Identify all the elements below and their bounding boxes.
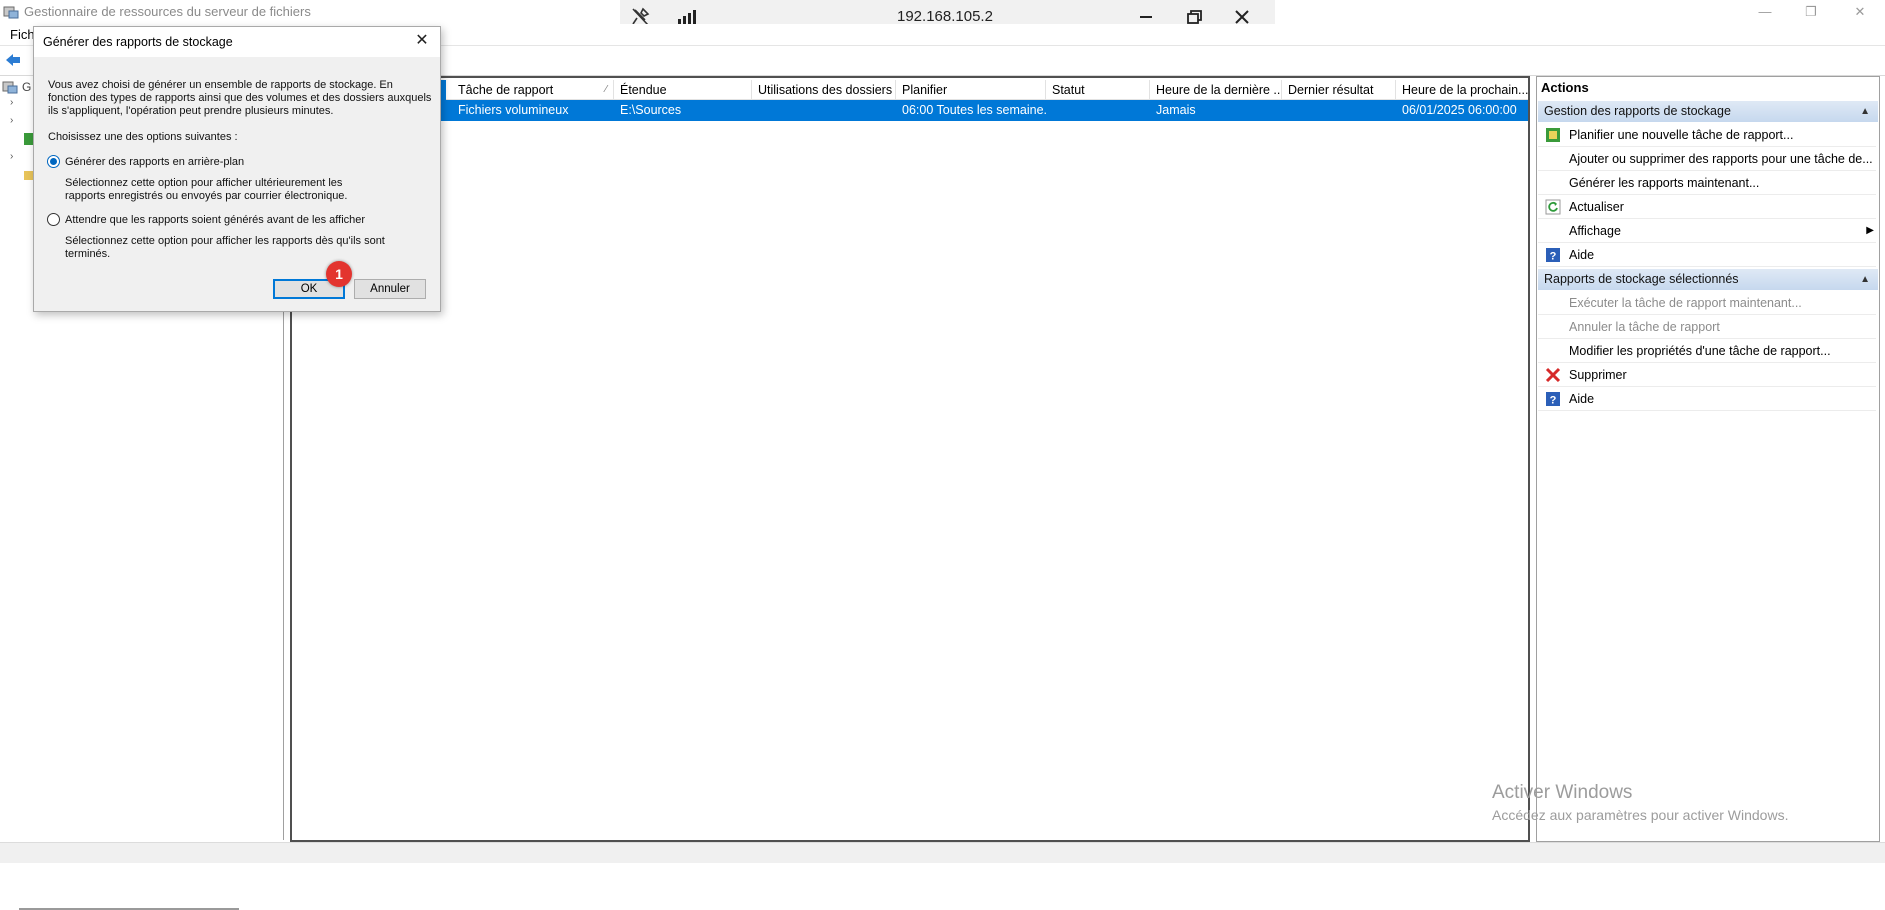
column-header-folder-usage[interactable]: Utilisations des dossiers [752, 80, 896, 100]
option-wait-label[interactable]: Attendre que les rapports soient générés… [65, 214, 425, 227]
step-number-badge: 1 [326, 261, 352, 287]
maximize-button[interactable]: ❐ [1789, 2, 1833, 22]
expand-arrow-icon[interactable]: › [10, 151, 13, 162]
minimize-button[interactable]: — [1743, 2, 1787, 22]
close-window-button[interactable]: ✕ [1838, 2, 1882, 22]
svg-text:?: ? [1550, 251, 1557, 263]
actions-title: Actions [1541, 80, 1589, 95]
file-server-icon [3, 6, 19, 19]
dialog-close-icon[interactable]: ✕ [412, 31, 432, 51]
column-header-task[interactable]: Tâche de rapport ⁄ [452, 80, 614, 100]
column-header-scope[interactable]: Étendue [614, 80, 752, 100]
cell-task: Fichiers volumineux [458, 103, 569, 117]
column-header-last-run[interactable]: Heure de la dernière ... [1150, 80, 1282, 100]
action-view[interactable]: Affichage ▶ [1538, 219, 1876, 243]
activation-watermark-text: Accédez aux paramètres pour activer Wind… [1492, 807, 1789, 823]
action-run-report-task-now[interactable]: Exécuter la tâche de rapport maintenant.… [1538, 291, 1876, 315]
action-refresh[interactable]: Actualiser [1538, 195, 1876, 219]
action-help[interactable]: ? Aide [1538, 243, 1876, 267]
back-arrow-icon[interactable] [4, 51, 22, 69]
cell-next-run: 06/01/2025 06:00:00 [1402, 103, 1517, 117]
option-wait-description: Sélectionnez cette option pour afficher … [65, 235, 385, 260]
cell-schedule: 06:00 Toutes les semaine... [902, 103, 1046, 117]
tree-root-label[interactable]: G [22, 80, 31, 94]
action-schedule-new-report-task[interactable]: Planifier une nouvelle tâche de rapport.… [1538, 123, 1876, 147]
remote-ip-address: 192.168.105.2 [897, 8, 993, 25]
cell-last-result [1282, 100, 1396, 121]
generate-reports-dialog: Générer des rapports de stockage ✕ Vous … [33, 26, 441, 312]
help-icon: ? [1546, 248, 1560, 263]
action-add-remove-reports[interactable]: Ajouter ou supprimer des rapports pour u… [1538, 147, 1876, 171]
dialog-title: Générer des rapports de stockage [43, 35, 233, 49]
action-help-selected[interactable]: ? Aide [1538, 387, 1876, 411]
help-icon: ? [1546, 392, 1560, 407]
table-row[interactable]: Fichiers volumineux E:\Sources 06:00 Tou… [292, 100, 1528, 121]
section-storage-reports-management[interactable]: Gestion des rapports de stockage ▲ [1538, 101, 1878, 122]
refresh-icon [1545, 199, 1561, 215]
action-cancel-report-task[interactable]: Annuler la tâche de rapport [1538, 315, 1876, 339]
option-wait-radio[interactable] [47, 213, 60, 226]
submenu-arrow-icon: ▶ [1866, 225, 1874, 236]
option-background-label[interactable]: Générer des rapports en arrière-plan [65, 156, 425, 169]
actions-pane: Actions Gestion des rapports de stockage… [1536, 76, 1880, 842]
list-header: Tâche de rapport ⁄ Étendue Utilisations d… [292, 80, 1528, 100]
column-header-status[interactable]: Statut [1046, 80, 1150, 100]
server-node-icon[interactable] [2, 79, 18, 95]
dialog-prompt: Choisissez une des options suivantes : [48, 131, 238, 143]
section-selected-storage-reports[interactable]: Rapports de stockage sélectionnés ▲ [1538, 269, 1878, 290]
collapse-arrow-icon[interactable]: ▲ [1860, 101, 1870, 122]
column-header-last-result[interactable]: Dernier résultat [1282, 80, 1396, 100]
delete-x-icon [1545, 367, 1561, 383]
cancel-button[interactable]: Annuler [354, 279, 426, 299]
dialog-titlebar: Générer des rapports de stockage ✕ [34, 27, 440, 57]
collapse-arrow-icon[interactable]: ▲ [1860, 269, 1870, 290]
dialog-intro-text: Vous avez choisi de générer un ensemble … [48, 79, 432, 117]
activation-watermark-title: Activer Windows [1492, 782, 1633, 803]
action-generate-reports-now[interactable]: Générer les rapports maintenant... [1538, 171, 1876, 195]
schedule-report-icon [1546, 128, 1560, 142]
action-edit-report-task-properties[interactable]: Modifier les propriétés d'une tâche de r… [1538, 339, 1876, 363]
svg-text:?: ? [1550, 395, 1557, 407]
expand-arrow-icon[interactable]: › [10, 97, 13, 108]
cell-scope: E:\Sources [620, 103, 682, 117]
column-header-next-run[interactable]: Heure de la prochain... [1396, 80, 1528, 100]
cell-folder-usage [752, 100, 896, 121]
cell-last-run: Jamais [1156, 103, 1196, 117]
column-header-schedule[interactable]: Planifier [896, 80, 1046, 100]
option-background-radio[interactable] [47, 155, 60, 168]
window-title: Gestionnaire de ressources du serveur de… [24, 4, 311, 19]
option-background-description: Sélectionnez cette option pour afficher … [65, 177, 348, 202]
action-delete[interactable]: Supprimer [1538, 363, 1876, 387]
status-bar [0, 842, 1885, 863]
expand-arrow-icon[interactable]: › [10, 115, 13, 126]
cell-status [1046, 100, 1150, 121]
report-task-list: Tâche de rapport ⁄ Étendue Utilisations d… [290, 76, 1530, 842]
